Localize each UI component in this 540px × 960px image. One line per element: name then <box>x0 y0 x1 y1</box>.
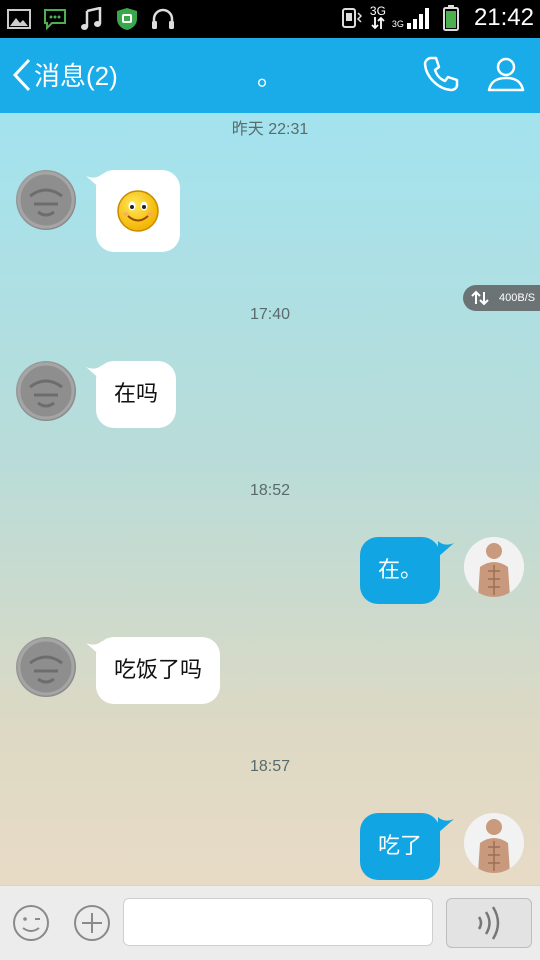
bubble-tail <box>438 817 454 833</box>
phone-icon[interactable] <box>421 54 461 94</box>
title-bar: 消息(2) 。 <box>0 38 540 113</box>
contact-avatar[interactable] <box>16 361 76 421</box>
message-text: 吃了 <box>378 833 423 859</box>
message-bubble-outgoing[interactable]: 吃了 <box>360 813 441 880</box>
timestamp: 18:57 <box>249 758 291 775</box>
emoji-icon[interactable] <box>11 903 51 943</box>
network-type-indicator: 3G <box>369 4 386 30</box>
vibrate-icon <box>338 6 364 30</box>
message-input[interactable] <box>123 898 433 946</box>
user-avatar[interactable] <box>464 537 524 597</box>
message-bubble-incoming[interactable] <box>96 170 180 252</box>
signal-indicator: 3G <box>392 7 432 29</box>
user-avatar[interactable] <box>464 813 524 873</box>
music-icon <box>78 7 104 31</box>
message-text: 在吗 <box>114 381 159 407</box>
headphones-icon <box>150 7 176 31</box>
timestamp: 17:40 <box>249 306 291 323</box>
message-bubble-incoming[interactable]: 吃饭了吗 <box>96 637 221 704</box>
network-speed-label: 400B/S <box>499 292 536 304</box>
bubble-tail <box>438 541 454 557</box>
chat-icon <box>42 7 68 31</box>
image-icon <box>6 7 32 31</box>
voice-button[interactable] <box>446 898 532 948</box>
message-text: 吃饭了吗 <box>114 657 203 683</box>
chat-area[interactable]: 昨天 22:31 400B/S 17:40 在吗 18:52 在。 吃饭了吗 1… <box>0 113 540 885</box>
timestamp: 18:52 <box>249 482 291 499</box>
contact-avatar[interactable] <box>16 637 76 697</box>
signal-icon <box>406 8 429 29</box>
smiley-emoji-icon <box>117 190 159 232</box>
message-bubble-outgoing[interactable]: 在。 <box>360 537 441 604</box>
network-type-small-label: 3G <box>391 19 404 29</box>
battery-icon <box>438 5 464 31</box>
contact-avatar[interactable] <box>16 170 76 230</box>
timestamp: 昨天 22:31 <box>231 121 309 138</box>
message-text: 在。 <box>378 557 423 583</box>
input-bar <box>0 885 540 960</box>
profile-icon[interactable] <box>486 54 526 94</box>
data-arrows-icon <box>371 16 385 30</box>
plus-icon[interactable] <box>72 903 112 943</box>
shield-icon <box>114 7 140 31</box>
network-type-label: 3G <box>369 4 386 18</box>
status-bar: 3G 3G 21:42 <box>0 0 540 38</box>
clock: 21:42 <box>473 4 534 31</box>
transfer-arrows-icon <box>471 290 489 306</box>
message-bubble-incoming[interactable]: 在吗 <box>96 361 177 428</box>
voice-icon <box>477 906 500 940</box>
